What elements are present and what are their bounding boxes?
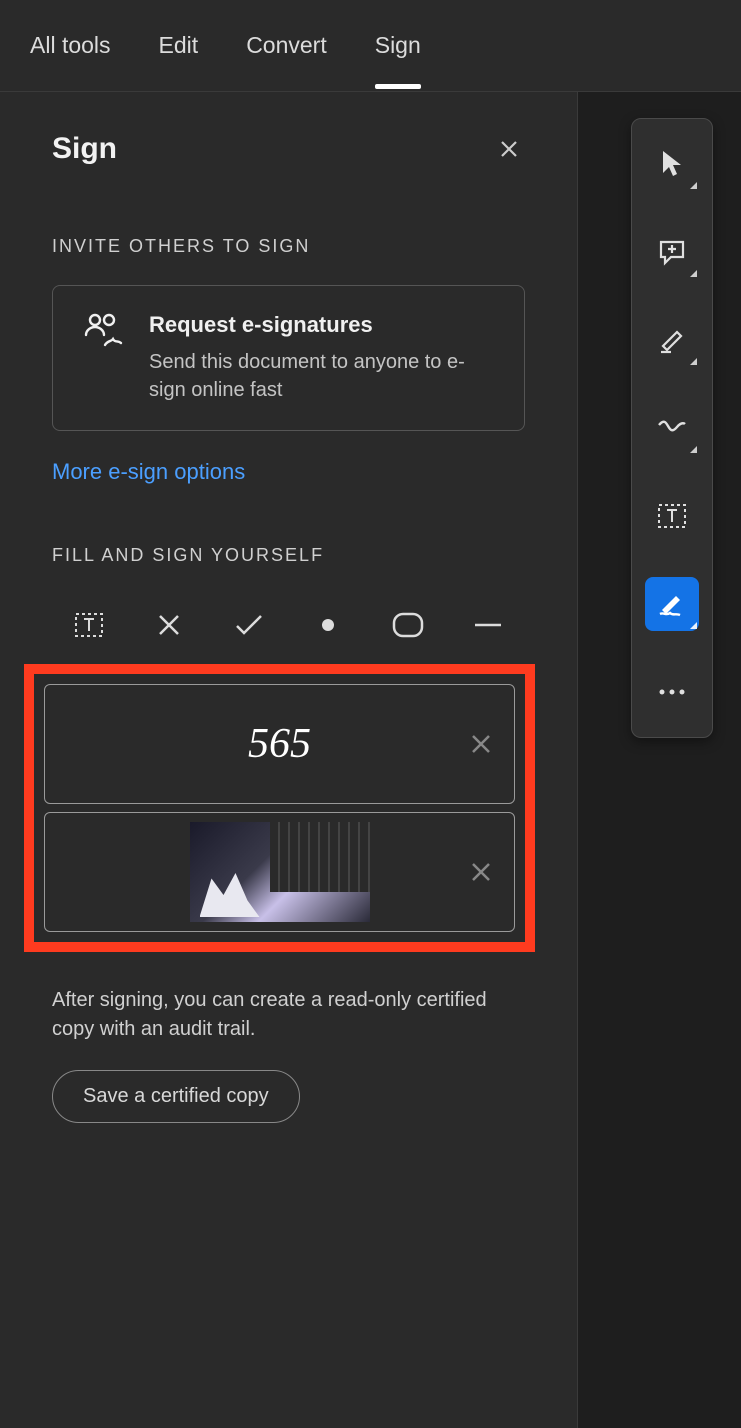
right-tool-rail <box>631 118 713 738</box>
panel-title: Sign <box>52 132 117 166</box>
text-box-icon <box>74 610 104 640</box>
draw-tool-button[interactable] <box>645 401 699 455</box>
tab-all-tools[interactable]: All tools <box>30 2 111 89</box>
select-tool-button[interactable] <box>645 137 699 191</box>
signature-icon <box>656 590 688 618</box>
request-esignatures-icon <box>81 312 125 404</box>
fill-text-button[interactable] <box>64 604 114 646</box>
more-tools-button[interactable] <box>645 665 699 719</box>
fill-section-label: FILL AND SIGN YOURSELF <box>52 545 525 566</box>
fill-cross-button[interactable] <box>144 604 194 646</box>
highlighter-icon <box>657 326 687 354</box>
more-esign-options-link[interactable]: More e-sign options <box>52 459 245 485</box>
cursor-icon <box>659 149 685 179</box>
fill-circle-button[interactable] <box>383 604 433 646</box>
tab-edit[interactable]: Edit <box>159 2 199 89</box>
request-esignatures-title: Request e-signatures <box>149 312 496 338</box>
fill-tools-row <box>52 594 525 664</box>
signature-highlight-box: 565 <box>24 664 535 952</box>
signature-preview-text: 565 <box>248 720 311 768</box>
dot-icon <box>320 617 336 633</box>
tab-sign[interactable]: Sign <box>375 2 421 89</box>
fill-check-button[interactable] <box>224 604 274 646</box>
request-esignatures-desc: Send this document to anyone to e-sign o… <box>149 348 496 404</box>
close-icon <box>499 139 519 159</box>
save-certified-copy-button[interactable]: Save a certified copy <box>52 1070 300 1123</box>
sign-panel: Sign INVITE OTHERS TO SIGN Request e-sig… <box>0 92 578 1428</box>
close-panel-button[interactable] <box>493 133 525 165</box>
text-box-icon <box>657 501 687 531</box>
fill-dot-button[interactable] <box>303 604 353 646</box>
close-icon <box>470 733 492 755</box>
delete-signature-button[interactable] <box>470 733 492 755</box>
highlight-tool-button[interactable] <box>645 313 699 367</box>
sign-tool-button[interactable] <box>645 577 699 631</box>
delete-initials-button[interactable] <box>470 861 492 883</box>
certified-copy-note: After signing, you can create a read-onl… <box>52 986 525 1044</box>
comment-icon <box>657 238 687 266</box>
request-esignatures-card[interactable]: Request e-signatures Send this document … <box>52 285 525 431</box>
top-tabs: All tools Edit Convert Sign <box>0 0 741 92</box>
ellipsis-icon <box>658 688 686 696</box>
signature-slot[interactable]: 565 <box>44 684 515 804</box>
rounded-rect-icon <box>391 611 425 639</box>
fill-line-button[interactable] <box>463 604 513 646</box>
comment-tool-button[interactable] <box>645 225 699 279</box>
close-icon <box>470 861 492 883</box>
x-mark-icon <box>156 612 182 638</box>
initials-image-preview <box>190 822 370 922</box>
add-text-tool-button[interactable] <box>645 489 699 543</box>
invite-section-label: INVITE OTHERS TO SIGN <box>52 236 525 257</box>
tab-convert[interactable]: Convert <box>246 2 327 89</box>
initials-slot[interactable] <box>44 812 515 932</box>
freehand-icon <box>656 417 688 439</box>
checkmark-icon <box>234 612 264 638</box>
line-icon <box>473 620 503 630</box>
